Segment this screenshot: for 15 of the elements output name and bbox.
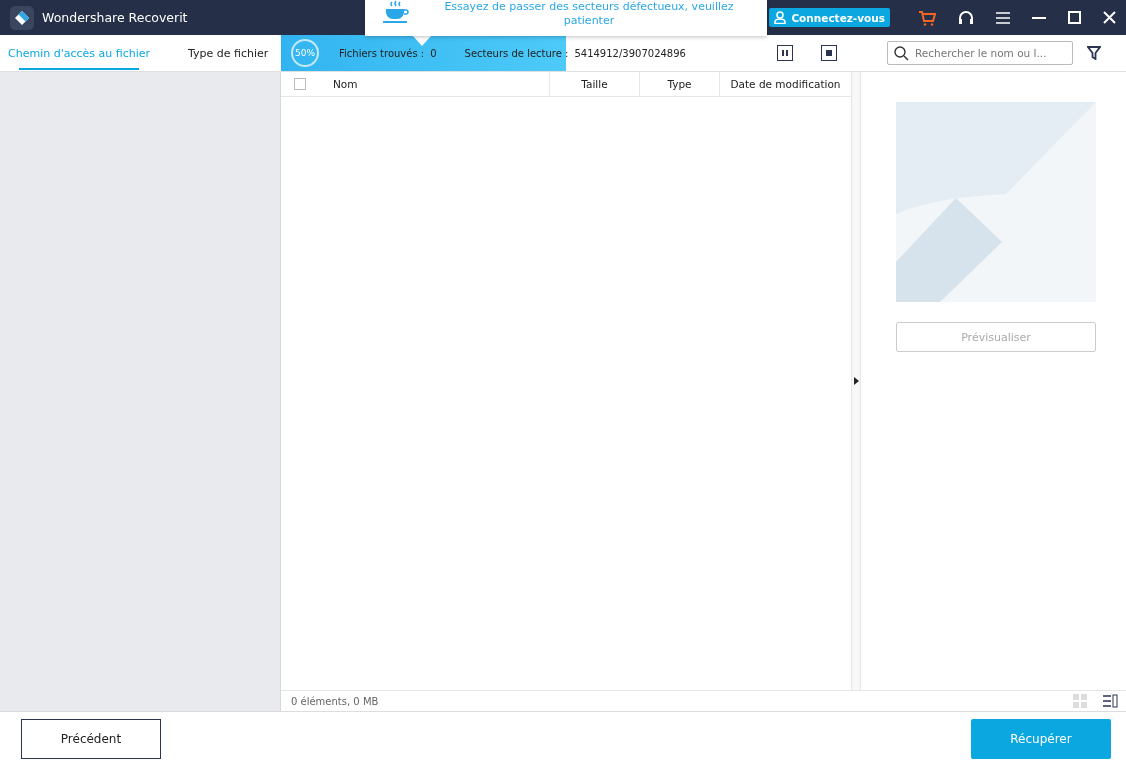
column-header[interactable]: Taille [550, 72, 640, 96]
window-title: Wondershare Recoverit [42, 10, 188, 25]
tooltip-text: Essayez de passer des secteurs défectueux, veuillez patienter [443, 0, 735, 28]
status-text: 0 éléments, 0 MB [291, 695, 379, 707]
column-header[interactable]: Type [640, 72, 720, 96]
found-count: 0 [430, 47, 437, 59]
found-label: Fichiers trouvés : [339, 47, 425, 59]
back-button[interactable]: Précédent [21, 718, 161, 759]
sectors-label: Secteurs de lecture : [464, 47, 569, 59]
progress-ring: 50% [291, 39, 319, 67]
sectors-count: 5414912/3907024896 [574, 47, 686, 59]
search-field[interactable]: Rechercher le nom ou l... [887, 41, 1073, 65]
column-header[interactable]: Date de modification [720, 72, 851, 96]
column-header[interactable]: Nom [321, 72, 550, 96]
tab[interactable]: Type de fichier [180, 35, 277, 71]
